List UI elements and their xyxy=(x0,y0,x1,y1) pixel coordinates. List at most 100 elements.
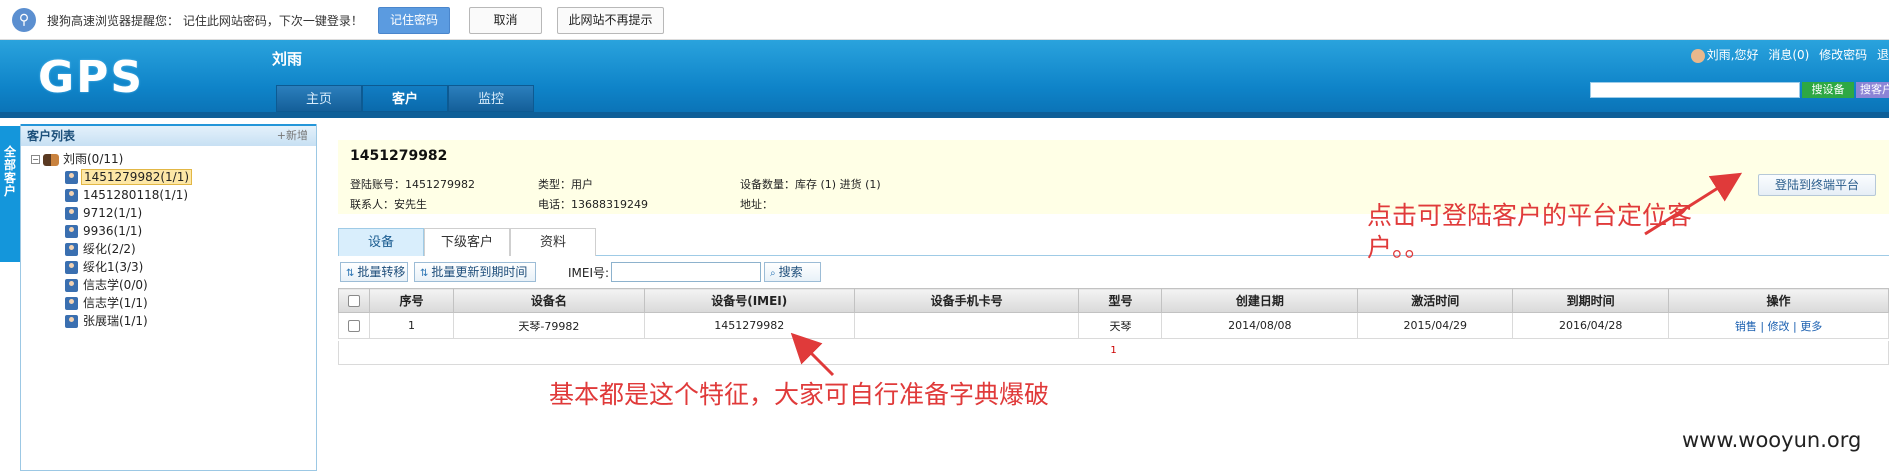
device-toolbar: ⇅ 批量转移 ⇅ 批量更新到期时间 IMEI号: ⌕ 搜索 xyxy=(338,262,1889,282)
col-model: 型号 xyxy=(1078,288,1163,313)
header-search-input[interactable] xyxy=(1590,82,1800,98)
user-menu: 刘雨,您好 消息(0) 修改密码 退 xyxy=(1690,46,1889,63)
search-button[interactable]: ⌕ 搜索 xyxy=(764,262,821,282)
main-nav: 主页 客户 监控 xyxy=(276,85,534,112)
imei-input[interactable] xyxy=(611,262,761,282)
tree-item[interactable]: 张展瑞(1/1) xyxy=(21,312,316,330)
col-created: 创建日期 xyxy=(1161,288,1359,313)
tree-item[interactable]: 绥化(2/2) xyxy=(21,240,316,258)
col-expires: 到期时间 xyxy=(1512,288,1670,313)
tree-root-label: 刘雨(0/11) xyxy=(63,152,124,166)
greeting-text: 刘雨,您好 xyxy=(1706,48,1759,62)
add-customer-button[interactable]: +新增 xyxy=(277,126,308,146)
tree-item[interactable]: 绥化1(3/3) xyxy=(21,258,316,276)
cell-index: 1 xyxy=(368,312,454,339)
key-icon: ⚲ xyxy=(12,8,36,32)
tree-root[interactable]: − 刘雨(0/11) xyxy=(21,150,316,168)
tab-devices[interactable]: 设备 xyxy=(338,228,424,256)
user-icon xyxy=(65,171,78,184)
cell-model: 天琴 xyxy=(1078,312,1163,339)
account-type: 类型：用户 xyxy=(538,178,593,191)
col-actions: 操作 xyxy=(1668,288,1889,313)
nav-tab-customers[interactable]: 客户 xyxy=(362,85,448,112)
customer-tree: − 刘雨(0/11) 1451279982(1/1) 1451280118(1/1… xyxy=(21,146,316,330)
cell-expires: 2016/04/28 xyxy=(1512,312,1670,339)
transfer-icon: ⇅ xyxy=(346,268,355,279)
batch-transfer-button[interactable]: ⇅ 批量转移 xyxy=(340,262,408,282)
user-icon xyxy=(65,315,78,328)
col-index: 序号 xyxy=(368,288,454,313)
tree-item[interactable]: 1451280118(1/1) xyxy=(21,186,316,204)
update-icon: ⇅ xyxy=(420,268,429,279)
imei-annotation: 基本都是这个特征，大家可自行准备字典爆破 xyxy=(549,380,1050,409)
pagination: 1 xyxy=(338,341,1889,365)
col-device-name: 设备名 xyxy=(452,288,645,313)
search-customer-button[interactable]: 搜客户 xyxy=(1856,82,1889,98)
gps-logo: GPS xyxy=(38,52,145,103)
user-icon xyxy=(65,279,78,292)
customer-list-panel: 客户列表 +新增 − 刘雨(0/11) 1451279982(1/1) 14512… xyxy=(20,124,317,471)
row-checkbox[interactable] xyxy=(338,312,370,339)
change-password-link[interactable]: 修改密码 xyxy=(1819,48,1867,62)
nav-tab-home[interactable]: 主页 xyxy=(276,85,362,112)
user-icon xyxy=(1690,48,1705,63)
cell-created: 2014/08/08 xyxy=(1161,312,1359,339)
cell-actions: 销售 | 修改 | 更多 xyxy=(1668,312,1889,339)
search-icon: ⌕ xyxy=(770,268,776,279)
cell-imei: 1451279982 xyxy=(643,312,855,339)
header-username: 刘雨 xyxy=(272,50,303,68)
nav-tab-monitor[interactable]: 监控 xyxy=(448,85,534,112)
messages-link[interactable]: 消息(0) xyxy=(1768,48,1809,62)
collapse-icon[interactable]: − xyxy=(31,155,40,164)
password-save-bar: ⚲ 搜狗高速浏览器提醒您： 记住此网站密码，下次一键登录！ 记住密码 取消 此网… xyxy=(0,0,1889,40)
col-imei: 设备号(IMEI) xyxy=(643,288,855,313)
tree-item[interactable]: 信志学(0/0) xyxy=(21,276,316,294)
select-all-checkbox[interactable] xyxy=(338,288,370,313)
more-link[interactable]: 更多 xyxy=(1800,320,1822,333)
contact-person: 联系人：安先生 xyxy=(350,198,427,211)
cell-sim xyxy=(853,312,1080,339)
tree-item[interactable]: 1451279982(1/1) xyxy=(21,168,316,186)
tree-item-label: 9712(1/1) xyxy=(83,206,143,220)
logout-link[interactable]: 退 xyxy=(1877,48,1889,62)
user-icon xyxy=(65,243,78,256)
edit-link[interactable]: 修改 xyxy=(1768,320,1790,333)
search-device-button[interactable]: 搜设备 xyxy=(1802,82,1854,98)
tab-sub-customers[interactable]: 下级客户 xyxy=(424,228,510,256)
user-icon xyxy=(65,189,78,202)
tree-item-label: 1451280118(1/1) xyxy=(83,188,189,202)
wooyun-watermark: www.wooyun.org xyxy=(1682,428,1862,452)
login-annotation: 点击可登陆客户的平台定位客户。。 xyxy=(1367,201,1693,262)
tree-item-label: 信志学(0/0) xyxy=(83,278,148,292)
sell-link[interactable]: 销售 xyxy=(1735,320,1757,333)
tree-item[interactable]: 9936(1/1) xyxy=(21,222,316,240)
tab-profile[interactable]: 资料 xyxy=(510,228,596,256)
cell-device-name: 天琴-79982 xyxy=(452,312,645,339)
customer-title: 1451279982 xyxy=(350,148,448,164)
tree-item[interactable]: 9712(1/1) xyxy=(21,204,316,222)
password-bar-message: 搜狗高速浏览器提醒您： 记住此网站密码，下次一键登录！ xyxy=(47,14,363,28)
device-count: 设备数量：库存 (1) 进货 (1) xyxy=(740,178,881,191)
col-sim: 设备手机卡号 xyxy=(853,288,1080,313)
batch-transfer-label: 批量转移 xyxy=(357,265,406,279)
phone-number: 电话：13688319249 xyxy=(538,198,648,211)
search-label: 搜索 xyxy=(778,265,803,279)
never-prompt-button[interactable]: 此网站不再提示 xyxy=(557,7,664,34)
login-account: 登陆账号：1451279982 xyxy=(350,178,475,191)
address: 地址： xyxy=(740,198,773,211)
tree-item-label: 绥化(2/2) xyxy=(83,242,136,256)
tree-item-label: 9936(1/1) xyxy=(83,224,143,238)
tree-item-label: 信志学(1/1) xyxy=(83,296,148,310)
col-activated: 激活时间 xyxy=(1357,288,1514,313)
user-icon xyxy=(65,225,78,238)
table-row: 1 天琴-79982 1451279982 天琴 2014/08/08 2015… xyxy=(338,312,1889,339)
all-customers-strip[interactable]: 全部客户 xyxy=(0,126,20,262)
table-header-row: 序号 设备名 设备号(IMEI) 设备手机卡号 型号 创建日期 激活时间 到期时… xyxy=(338,288,1889,313)
remember-password-button[interactable]: 记住密码 xyxy=(378,7,450,34)
batch-update-expiry-button[interactable]: ⇅ 批量更新到期时间 xyxy=(414,262,536,282)
group-icon xyxy=(43,153,59,166)
page-number[interactable]: 1 xyxy=(1110,345,1116,356)
tree-item[interactable]: 信志学(1/1) xyxy=(21,294,316,312)
login-terminal-button[interactable]: 登陆到终端平台 xyxy=(1758,174,1876,196)
cancel-button[interactable]: 取消 xyxy=(469,7,542,34)
